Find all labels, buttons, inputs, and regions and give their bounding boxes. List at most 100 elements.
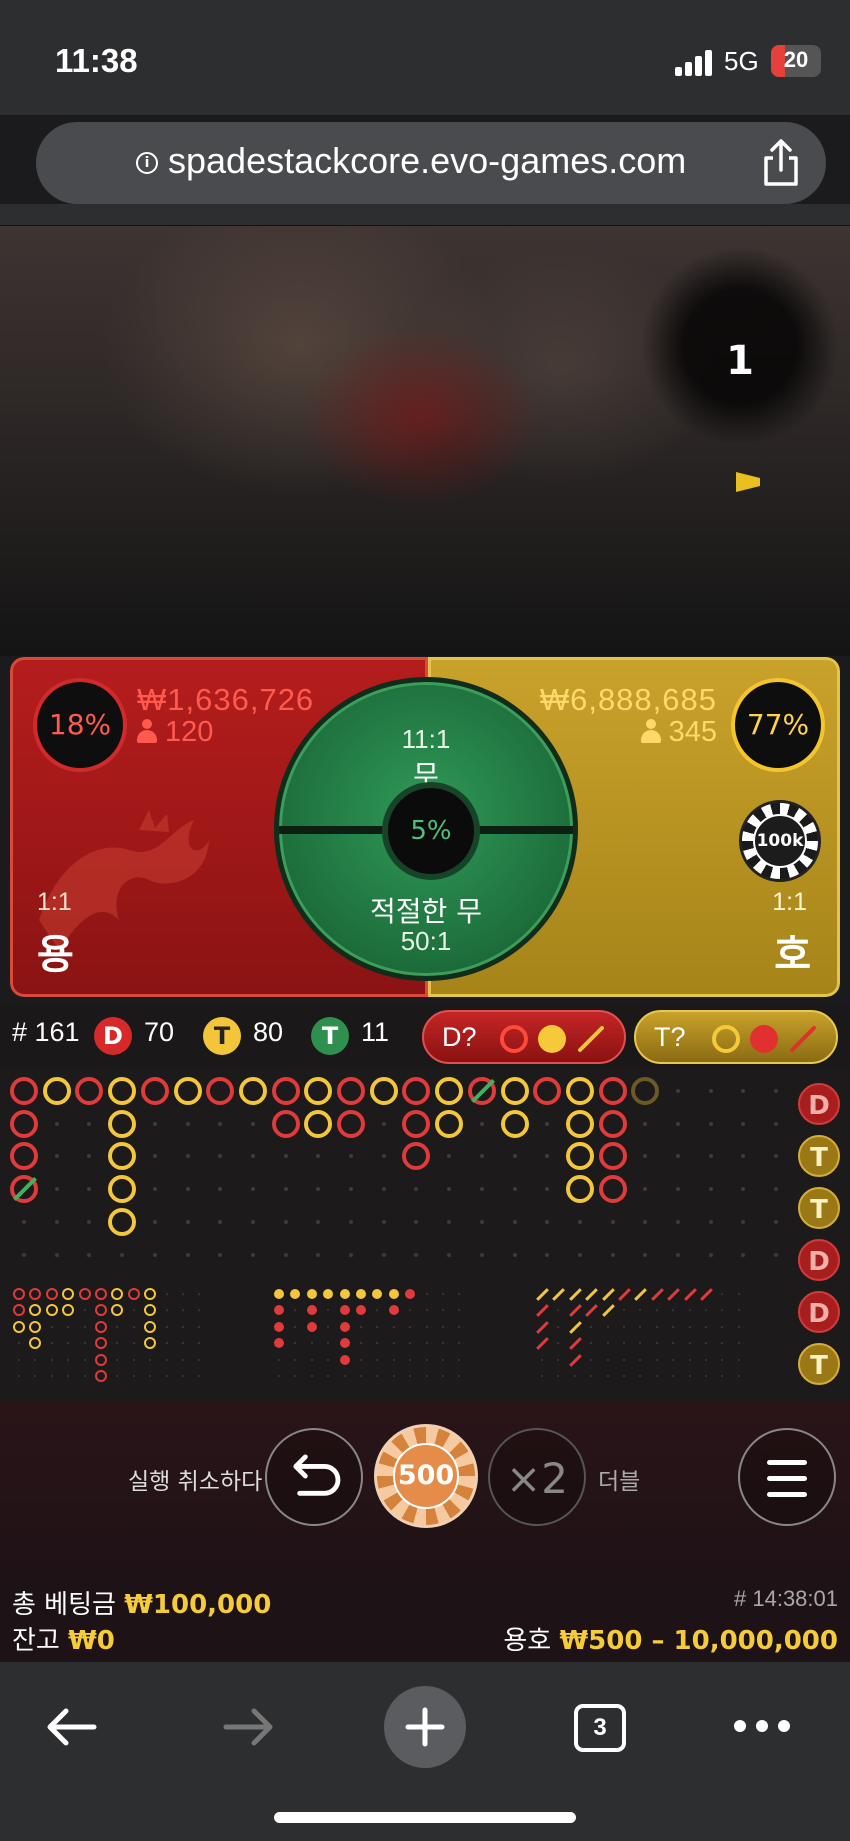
forward-arrow-icon[interactable] [218, 1702, 278, 1752]
mini-empty [110, 1320, 124, 1334]
mini-empty [370, 1369, 384, 1383]
road-empty-cell [760, 1075, 792, 1107]
mini-empty [601, 1369, 615, 1383]
mini-empty [370, 1353, 384, 1367]
mini-empty [321, 1303, 335, 1317]
mini-empty [551, 1336, 565, 1350]
mini-ring [28, 1320, 42, 1334]
mini-empty [321, 1353, 335, 1367]
road-empty-cell [433, 1173, 465, 1205]
mini-empty [192, 1287, 206, 1301]
mini-empty [617, 1369, 631, 1383]
mini-empty [160, 1287, 174, 1301]
road-empty-cell [204, 1239, 236, 1271]
road-empty-cell [204, 1173, 236, 1205]
mini-empty [551, 1303, 565, 1317]
result-ring [304, 1109, 333, 1138]
mini-empty [288, 1320, 302, 1334]
mini-empty [452, 1320, 466, 1334]
road-empty-cell [73, 1206, 105, 1238]
mini-empty [535, 1369, 549, 1383]
road-result-D [270, 1108, 302, 1140]
mini-ring [143, 1303, 157, 1317]
mini-empty [321, 1320, 335, 1334]
road-empty-cell [695, 1075, 727, 1107]
double-button[interactable]: ×2 [488, 1428, 586, 1526]
road-empty-cell [629, 1239, 661, 1271]
dragon-percent: 18% [33, 678, 127, 772]
tiger-predict-label: T? [654, 1022, 686, 1052]
undo-button[interactable] [265, 1428, 363, 1526]
undo-label: 실행 취소하다 [128, 1469, 263, 1495]
mini-empty [715, 1303, 729, 1317]
mini-empty [110, 1369, 124, 1383]
mini-ring [61, 1287, 75, 1301]
mini-empty [436, 1303, 450, 1317]
menu-button[interactable] [738, 1428, 836, 1526]
road-empty-cell [139, 1140, 171, 1172]
limits-row[interactable]: 용호 ₩500 – 10,000,000 [503, 1620, 838, 1657]
countdown-timer: 1 [640, 246, 840, 446]
result-ring [173, 1077, 202, 1105]
road-empty-cell [41, 1108, 73, 1140]
new-tab-button[interactable] [384, 1686, 466, 1768]
road-empty-cell [662, 1239, 694, 1271]
mini-empty [160, 1336, 174, 1350]
share-icon[interactable] [754, 136, 808, 190]
mini-empty [436, 1287, 450, 1301]
result-ring [565, 1109, 594, 1138]
mini-empty [403, 1320, 417, 1334]
limits-label: 용호 [503, 1626, 552, 1656]
mini-empty [160, 1353, 174, 1367]
total-bet-value: ₩100,000 [124, 1590, 272, 1620]
result-ring [108, 1175, 137, 1204]
road-empty-cell [302, 1239, 334, 1271]
mini-empty [633, 1303, 647, 1317]
mini-slash [568, 1336, 582, 1351]
road-empty-cell [531, 1239, 563, 1271]
road-result-D [270, 1075, 302, 1107]
mini-empty [288, 1353, 302, 1367]
mini-dot [338, 1287, 352, 1301]
chip-value: 500 [393, 1443, 459, 1509]
road-empty-cell [695, 1108, 727, 1140]
suited-tie-label[interactable]: 적절한 무 [279, 890, 573, 930]
dragon-predict-button[interactable]: D? [422, 1010, 626, 1064]
mini-empty [633, 1353, 647, 1367]
road-empty-cell [466, 1206, 498, 1238]
address-bar[interactable]: i spadestackcore.evo-games.com [36, 122, 826, 204]
mini-ring [94, 1369, 108, 1383]
mini-slash [601, 1303, 615, 1318]
mini-empty [28, 1369, 42, 1383]
road-result-T [41, 1075, 73, 1107]
live-video: 1 [0, 226, 850, 656]
tie-count: 11 [361, 1017, 390, 1047]
road-empty-cell [662, 1108, 694, 1140]
chip-selector[interactable]: 500 [374, 1424, 478, 1528]
back-arrow-icon[interactable] [42, 1702, 102, 1752]
tiger-predict-button[interactable]: T? [634, 1010, 838, 1064]
road-empty-cell [368, 1140, 400, 1172]
round-number: # 161 [12, 1017, 80, 1047]
road-result-D [400, 1075, 432, 1107]
mini-empty [338, 1369, 352, 1383]
result-ring [598, 1175, 627, 1204]
tiger-win-count: 80 [253, 1017, 284, 1047]
mini-empty [288, 1336, 302, 1350]
balance-value: ₩0 [68, 1626, 115, 1656]
tie-bet-spot[interactable]: 11:1 무 적절한 무 50:1 5% [274, 677, 578, 981]
mini-dot [370, 1287, 384, 1301]
tabs-button[interactable]: 3 [574, 1704, 626, 1752]
mini-empty [176, 1287, 190, 1301]
mini-slash [535, 1287, 549, 1301]
more-icon[interactable] [734, 1720, 790, 1732]
mini-empty [666, 1369, 680, 1383]
mini-dot [403, 1287, 417, 1301]
dragon-predict-label: D? [442, 1022, 477, 1052]
url-text[interactable]: spadestackcore.evo-games.com [168, 140, 686, 182]
road-empty-cell [302, 1140, 334, 1172]
info-icon[interactable]: i [136, 152, 158, 174]
mini-ring [28, 1287, 42, 1301]
road-empty-cell [629, 1173, 661, 1205]
mini-empty [650, 1303, 664, 1317]
